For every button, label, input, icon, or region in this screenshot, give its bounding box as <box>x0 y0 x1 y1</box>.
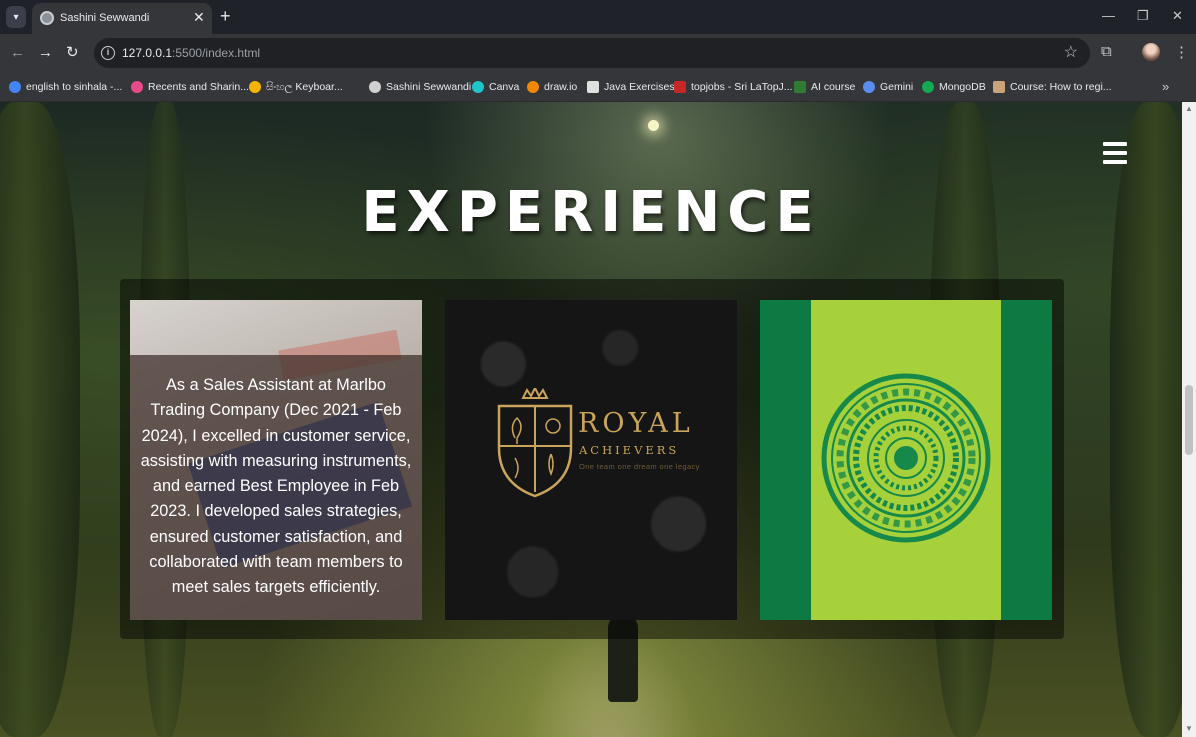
bookmark-sashini[interactable]: Sashini Sewwandi <box>369 79 471 95</box>
forward-icon[interactable]: → <box>38 44 53 62</box>
w3schools-icon <box>587 81 599 93</box>
scrollbar-thumb[interactable] <box>1185 385 1193 455</box>
restore-icon[interactable]: ❐ <box>1137 8 1149 24</box>
canva-icon <box>472 81 484 93</box>
extensions-icon[interactable]: ⧉ <box>1101 43 1112 60</box>
page-scrollbar[interactable]: ▲ ▼ <box>1182 102 1196 737</box>
address-bar[interactable]: i 127.0.0.1:5500/index.html ☆ <box>94 38 1090 68</box>
menu-dots-icon[interactable]: ⋮ <box>1174 43 1189 61</box>
topjobs-icon <box>674 81 686 93</box>
figma-icon <box>131 81 143 93</box>
keyboard-app-icon <box>249 81 261 93</box>
royal-logo-subword: ACHIEVERS <box>579 443 680 457</box>
active-tab[interactable]: Sashini Sewwandi ✕ <box>32 3 212 34</box>
classroom-icon <box>794 81 806 93</box>
bookmark-java-exercises[interactable]: Java Exercises <box>587 79 675 95</box>
bookmark-drawio[interactable]: draw.io <box>527 79 577 95</box>
section-heading: EXPERIENCE <box>361 180 821 245</box>
experience-card-sales[interactable]: As a Sales Assistant at Marlbo Trading C… <box>130 300 422 620</box>
url-text: 127.0.0.1:5500/index.html <box>122 46 261 60</box>
profile-avatar[interactable] <box>1142 43 1160 61</box>
bookmark-course[interactable]: Course: How to regi... <box>993 79 1112 95</box>
experience-description: As a Sales Assistant at Marlbo Trading C… <box>140 376 412 597</box>
back-icon[interactable]: ← <box>10 44 25 62</box>
minimize-icon[interactable]: — <box>1102 8 1115 23</box>
more-bookmarks-icon[interactable]: » <box>1162 79 1169 94</box>
scroll-down-icon[interactable]: ▼ <box>1185 724 1193 733</box>
page-viewport: EXPERIENCE As a Sales Assistant at Marlb… <box>0 102 1196 737</box>
new-tab-button[interactable]: + <box>220 6 231 26</box>
bookmark-ai-course[interactable]: AI course <box>794 79 855 95</box>
scroll-up-icon[interactable]: ▲ <box>1185 104 1193 113</box>
experience-card-royal-achievers[interactable]: ROYAL ACHIEVERS One team one dream one l… <box>445 300 737 620</box>
experience-panel: As a Sales Assistant at Marlbo Trading C… <box>120 279 1064 639</box>
mongodb-icon <box>922 81 934 93</box>
globe-icon <box>40 11 54 25</box>
bookmark-topjobs[interactable]: topjobs - Sri LaTopJ... <box>674 79 793 95</box>
bookmark-english-to-sinhala[interactable]: english to sinhala -... <box>9 79 122 95</box>
gemini-icon <box>863 81 875 93</box>
tab-strip: ▾ Sashini Sewwandi ✕ + — ❐ ✕ <box>0 0 1196 34</box>
course-icon <box>993 81 1005 93</box>
google-icon <box>9 81 21 93</box>
bookmark-canva[interactable]: Canva <box>472 79 519 95</box>
bookmark-gemini[interactable]: Gemini <box>863 79 913 95</box>
experience-card-emblem[interactable] <box>760 300 1052 620</box>
royal-logo-tagline: One team one dream one legacy <box>579 462 700 471</box>
bookmarks-bar: english to sinhala -... Recents and Shar… <box>0 72 1196 102</box>
close-tab-icon[interactable]: ✕ <box>193 9 205 26</box>
bookmark-star-icon[interactable]: ☆ <box>1064 42 1078 62</box>
drawio-icon <box>527 81 539 93</box>
bookmark-sinhala-keyboard[interactable]: සිංහල Keyboar... <box>249 79 343 95</box>
reload-icon[interactable]: ↻ <box>66 44 79 62</box>
royal-logo-word: ROYAL <box>578 408 694 439</box>
bookmark-recents[interactable]: Recents and Sharin... <box>131 79 249 95</box>
hamburger-menu-icon[interactable] <box>1103 142 1127 164</box>
bookmark-mongodb[interactable]: MongoDB <box>922 79 986 95</box>
site-info-icon[interactable]: i <box>101 46 115 60</box>
toolbar: ← → ↻ i 127.0.0.1:5500/index.html ☆ ⧉ ⋮ <box>0 34 1196 72</box>
moon-light <box>648 120 659 131</box>
royal-achievers-crest-icon <box>497 388 573 498</box>
globe-icon <box>369 81 381 93</box>
tab-search-button[interactable]: ▾ <box>6 6 26 28</box>
circular-emblem-icon <box>821 373 991 543</box>
window-close-icon[interactable]: ✕ <box>1172 8 1183 24</box>
tab-title: Sashini Sewwandi <box>60 12 150 24</box>
